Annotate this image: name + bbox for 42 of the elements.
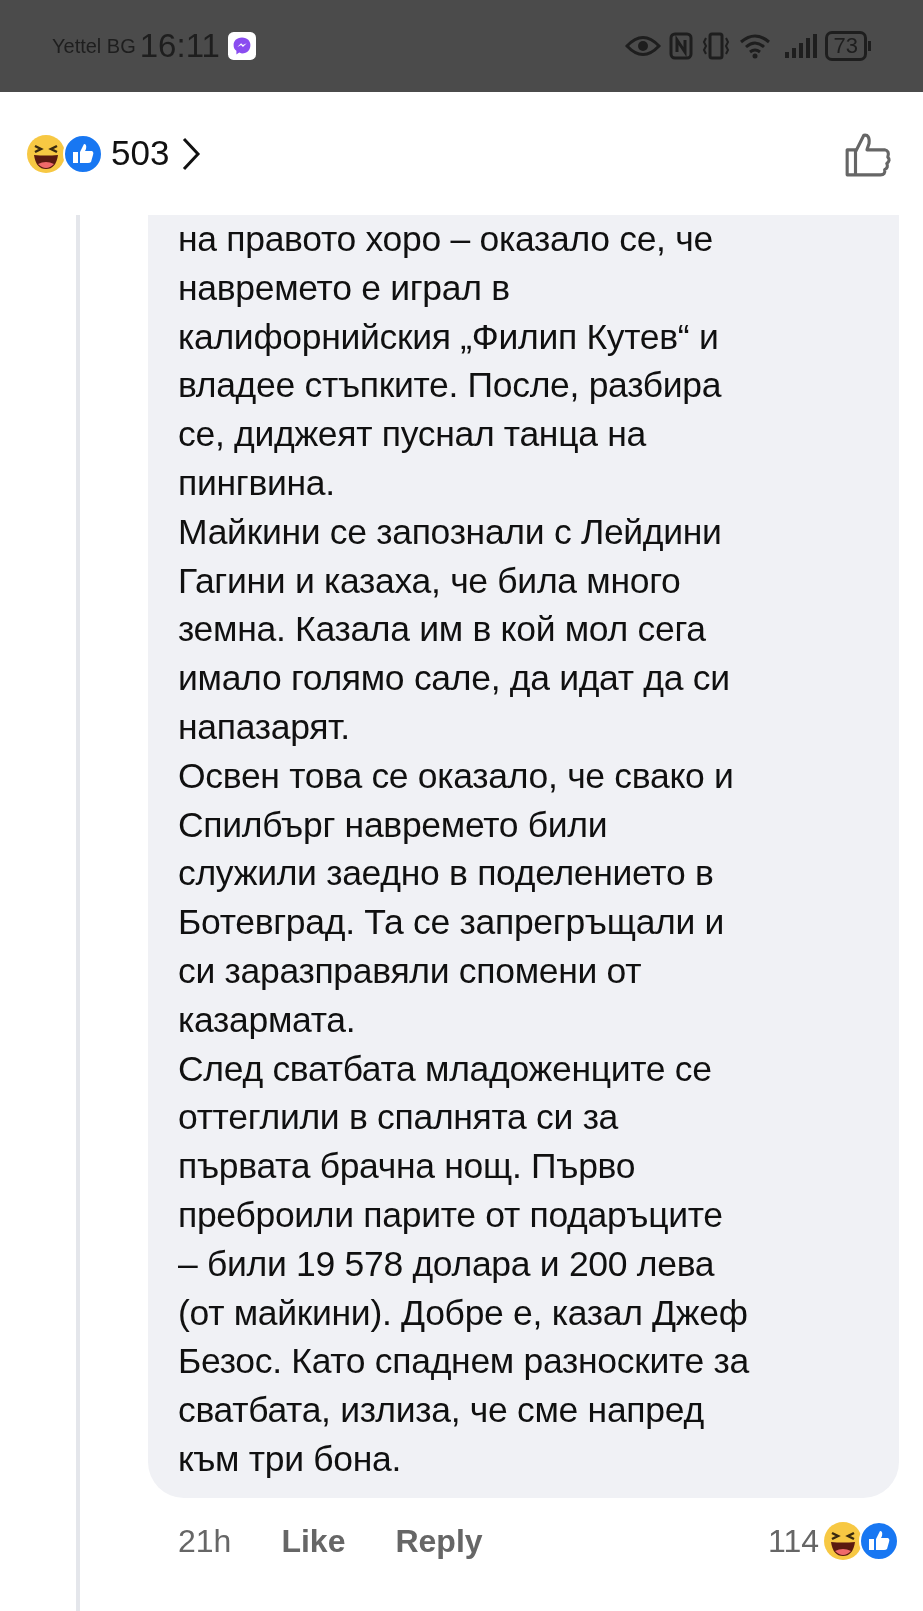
comment-text-line: преброили парите от подаръците (178, 1193, 724, 1237)
comment-text-line: служили заедно в поделението в (178, 852, 715, 896)
comment-reaction-count: 114 (768, 1521, 819, 1561)
eye-icon (624, 35, 661, 57)
messenger-icon (227, 32, 256, 60)
signal-icon (782, 33, 817, 59)
vibrate-icon (700, 32, 731, 60)
comment-text-line: Гагини и казаха, че била много (178, 559, 682, 603)
comment-text-line: пингвина. (178, 462, 336, 505)
laughing-emoji-icon (26, 133, 66, 174)
comment-text-line: Ботевград. Та се запрегръщали и (178, 901, 726, 945)
comment-text-line: (от майкини). Добре е, казал Джеф (178, 1291, 749, 1335)
comment-text-line: оттеглили в спалнята си за (178, 1096, 620, 1140)
laughing-emoji-icon (823, 1520, 863, 1561)
comment-text-line: владее стъпките. После, разбира (178, 364, 723, 408)
comment-time: 21h (178, 1521, 232, 1561)
thumbs-up-icon (859, 1520, 899, 1561)
comment-text-line: земна. Казала им в кой мол сега (178, 608, 707, 652)
thumbs-up-icon (63, 133, 103, 174)
comment-text-line: След сватбата младоженците се (178, 1047, 713, 1091)
comment-text-line: се, диджеят пуснал танца на (178, 413, 648, 457)
comment-text-line: казармата. (178, 998, 357, 1042)
comment-text-line: калифорнийския „Филип Кутев“ и (178, 315, 720, 359)
comment-text-line: си заразправяли спомени от (178, 949, 643, 993)
comment-text-line: навремето е играл в (178, 266, 511, 310)
comment-text-line: имало голямо сале, да идат да си (178, 657, 731, 701)
comment-text-line: Спилбърг навремето били (178, 803, 609, 847)
comment-text-line: към три бона. (178, 1437, 403, 1481)
comment-text-line: на правото хоро – оказало се, че (178, 218, 714, 261)
comment-text-line: – били 19 578 долара и 200 лева (178, 1242, 716, 1286)
comment-text-line: Безос. Като спаднем разноските за (178, 1340, 751, 1384)
comment-text-line: Освен това се оказало, че свако и (178, 754, 735, 798)
wifi-icon (738, 33, 771, 59)
reply-link[interactable]: Reply (395, 1516, 483, 1565)
comment-text-line: сватбата, излиза, че сме напред (178, 1389, 705, 1433)
chevron-right-icon[interactable] (181, 135, 202, 172)
nfc-icon (668, 32, 693, 60)
comment-text-line: напазарят. (178, 705, 351, 749)
like-link[interactable]: Like (281, 1516, 346, 1565)
comment-text-line: Майкини се запознали с Лейдини (178, 510, 723, 554)
reaction-count[interactable]: 503 (111, 127, 170, 180)
comment-text-line: първата брачна нощ. Първо (178, 1145, 637, 1189)
